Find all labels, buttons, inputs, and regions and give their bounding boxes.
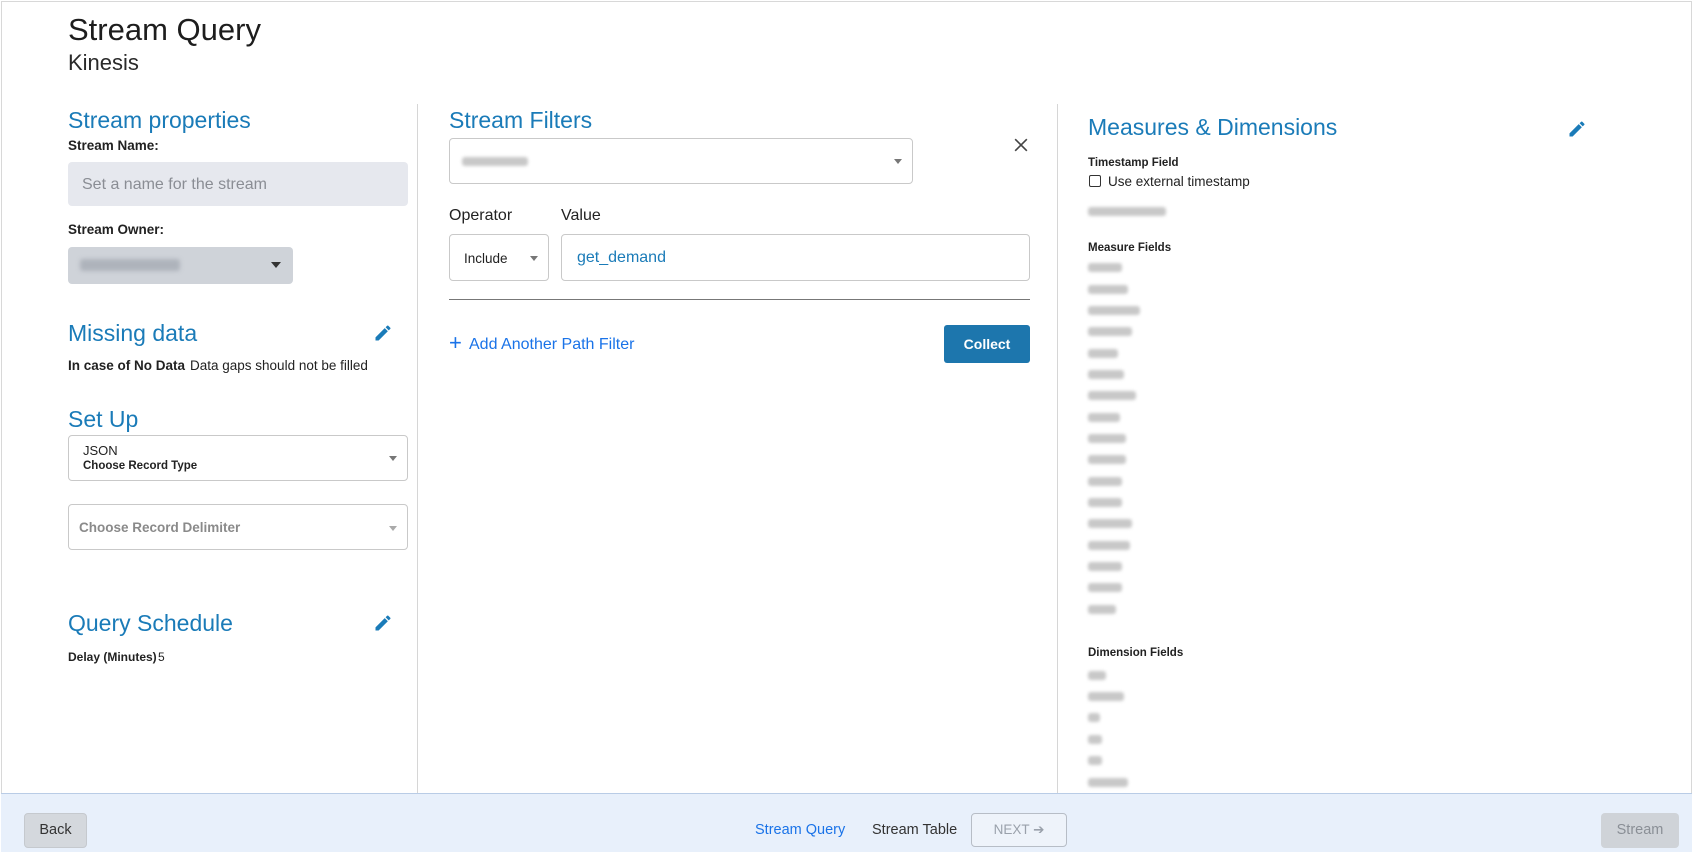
operator-label: Operator <box>449 207 513 224</box>
list-item <box>1088 306 1140 315</box>
close-icon[interactable] <box>1011 135 1031 155</box>
list-item <box>1088 434 1126 443</box>
filter-value-text: get_demand <box>577 249 666 266</box>
delay-label: Delay (Minutes) <box>68 650 157 664</box>
dimension-fields-label: Dimension Fields <box>1088 647 1184 659</box>
stream-filters-title: Stream Filters <box>449 107 593 133</box>
pencil-icon[interactable] <box>373 323 393 343</box>
list-item <box>1088 498 1122 507</box>
list-item <box>1088 391 1136 400</box>
caret-down-icon <box>389 526 397 531</box>
list-item <box>1088 413 1120 422</box>
checkbox-icon[interactable] <box>1089 175 1101 187</box>
back-button[interactable]: Back <box>24 813 87 848</box>
column-divider-right <box>1057 104 1058 794</box>
list-item <box>1088 263 1122 272</box>
list-item <box>1088 583 1122 592</box>
list-item <box>1088 349 1118 358</box>
measures-dimensions-title: Measures & Dimensions <box>1088 114 1338 140</box>
list-item <box>1088 605 1116 614</box>
measure-fields-label: Measure Fields <box>1088 242 1172 254</box>
page-subtitle: Kinesis <box>68 50 139 75</box>
plus-icon: + <box>449 330 462 355</box>
query-schedule-title: Query Schedule <box>68 610 233 636</box>
delay-value: 5 <box>158 650 165 664</box>
filter-value-input[interactable]: get_demand <box>561 234 1030 281</box>
stream-button[interactable]: Stream <box>1601 813 1679 848</box>
collect-button[interactable]: Collect <box>944 325 1030 363</box>
operator-value: Include <box>464 251 508 266</box>
missing-data-title: Missing data <box>68 320 198 346</box>
list-item <box>1088 541 1130 550</box>
record-type-label: Choose Record Type <box>83 460 198 472</box>
list-item <box>1088 455 1126 464</box>
list-item <box>1088 562 1122 571</box>
caret-down-icon <box>894 159 902 164</box>
list-item <box>1088 671 1106 680</box>
record-type-select[interactable]: JSON Choose Record Type <box>68 435 408 481</box>
page-title: Stream Query <box>68 12 261 47</box>
stream-properties-title: Stream properties <box>68 107 251 133</box>
list-item <box>1088 370 1124 379</box>
pencil-icon[interactable] <box>1567 119 1587 139</box>
step-stream-table[interactable]: Stream Table <box>872 822 957 838</box>
timestamp-field-label: Timestamp Field <box>1088 157 1179 169</box>
list-item <box>1088 285 1128 294</box>
list-item <box>1088 519 1132 528</box>
list-item <box>1088 692 1124 701</box>
stream-name-input[interactable]: Set a name for the stream <box>68 162 408 206</box>
caret-down-icon <box>389 456 397 461</box>
record-type-value: JSON <box>83 443 118 458</box>
value-label: Value <box>561 207 601 224</box>
add-path-filter-button[interactable]: + Add Another Path Filter <box>449 330 669 356</box>
no-data-case-label: In case of No Data <box>68 358 186 373</box>
pencil-icon[interactable] <box>373 613 393 633</box>
window-frame <box>1 1 1692 852</box>
list-item <box>1088 735 1102 744</box>
caret-down-icon <box>530 256 538 261</box>
add-path-filter-label: Add Another Path Filter <box>469 336 635 353</box>
next-button[interactable]: NEXT ➔ <box>971 813 1067 847</box>
setup-title: Set Up <box>68 406 139 432</box>
no-data-case-value: Data gaps should not be filled <box>190 358 368 373</box>
record-delimiter-select[interactable]: Choose Record Delimiter <box>68 504 408 550</box>
record-delimiter-placeholder: Choose Record Delimiter <box>79 520 241 535</box>
path-select[interactable] <box>449 138 913 184</box>
operator-select[interactable]: Include <box>449 234 549 281</box>
list-item <box>1088 713 1100 722</box>
step-stream-query[interactable]: Stream Query <box>755 822 845 838</box>
caret-down-icon <box>271 262 281 268</box>
path-value-redacted <box>462 157 528 166</box>
list-item <box>1088 477 1122 486</box>
footer-bar: Back Stream Query Stream Table NEXT ➔ St… <box>1 793 1692 852</box>
stream-owner-select[interactable] <box>68 247 293 284</box>
timestamp-field-value <box>1088 207 1166 216</box>
stream-owner-label: Stream Owner: <box>68 222 165 237</box>
list-item <box>1088 756 1102 765</box>
use-external-timestamp-label: Use external timestamp <box>1108 174 1250 189</box>
stream-name-label: Stream Name: <box>68 138 159 153</box>
column-divider-left <box>417 104 418 794</box>
list-item <box>1088 778 1128 787</box>
list-item <box>1088 327 1132 336</box>
filter-divider <box>449 299 1030 300</box>
owner-value-redacted <box>80 259 180 271</box>
